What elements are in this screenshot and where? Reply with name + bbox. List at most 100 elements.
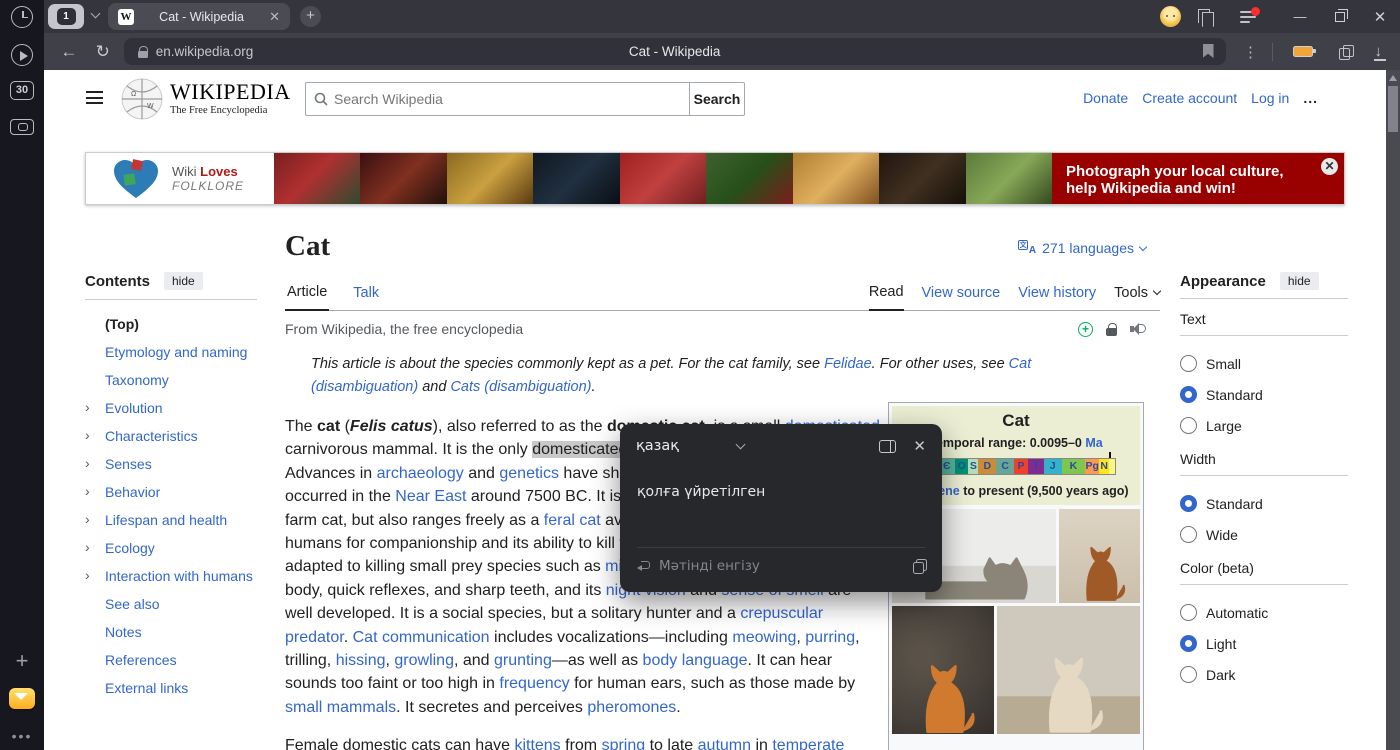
tab-talk[interactable]: Talk: [351, 285, 381, 310]
scrollbar-thumb[interactable]: [1388, 86, 1398, 132]
toc-item[interactable]: ›Lifespan and health: [85, 506, 257, 534]
radio-button[interactable]: [1180, 417, 1197, 434]
appearance-option-dark[interactable]: Dark: [1180, 659, 1348, 690]
yandex-mail-icon[interactable]: [9, 688, 35, 709]
create-account-link[interactable]: Create account: [1142, 90, 1237, 106]
appearance-option-small[interactable]: Small: [1180, 348, 1348, 379]
tools-menu[interactable]: Tools: [1114, 285, 1160, 310]
copy-pages-icon[interactable]: [1339, 45, 1353, 59]
wikipedia-wordmark[interactable]: WIKIPEDIA The Free Encyclopedia: [170, 79, 291, 116]
tab-article[interactable]: Article: [285, 284, 329, 311]
view-source[interactable]: View source: [922, 285, 1001, 310]
toc-expand-chevron-icon[interactable]: ›: [85, 511, 90, 527]
coordinates-plus-icon[interactable]: +: [1078, 322, 1093, 337]
banner-close-icon[interactable]: ✕: [1321, 158, 1338, 175]
radio-button[interactable]: [1180, 635, 1197, 652]
toc-item[interactable]: Notes: [85, 618, 257, 646]
radio-button[interactable]: [1180, 355, 1197, 372]
view-read[interactable]: Read: [869, 284, 904, 311]
wiki-link[interactable]: spring: [602, 737, 646, 750]
wiki-link[interactable]: Cat communication: [353, 629, 490, 646]
appearance-option-automatic[interactable]: Automatic: [1180, 597, 1348, 628]
download-icon[interactable]: ↓: [1375, 43, 1383, 60]
wiki-link[interactable]: genetics: [499, 465, 559, 482]
toc-item[interactable]: ›Interaction with humans: [85, 562, 257, 590]
history-clock-icon[interactable]: [11, 6, 33, 28]
battery-saver-icon[interactable]: [1293, 46, 1313, 57]
radio-button[interactable]: [1180, 604, 1197, 621]
listen-audio-icon[interactable]: [1130, 322, 1146, 336]
toc-item[interactable]: External links: [85, 674, 257, 702]
toc-item[interactable]: ›Behavior: [85, 478, 257, 506]
cat-photo-orange-white-cat-sitting[interactable]: [892, 606, 994, 734]
view-history[interactable]: View history: [1018, 285, 1096, 310]
radio-button[interactable]: [1180, 666, 1197, 683]
appearance-option-standard[interactable]: Standard: [1180, 379, 1348, 410]
tab-group-chevron-icon[interactable]: [91, 9, 101, 19]
scroll-up-arrow[interactable]: [1389, 75, 1397, 81]
page-scrollbar[interactable]: [1386, 70, 1400, 750]
radio-button[interactable]: [1180, 386, 1197, 403]
wiki-link[interactable]: kittens: [514, 737, 560, 750]
wiki-loves-folklore-banner[interactable]: Wiki Loves FOLKLORE Photograph your loca…: [85, 152, 1345, 205]
new-tab-button[interactable]: +: [300, 6, 321, 27]
restore-button[interactable]: [1320, 0, 1360, 33]
search-button[interactable]: Search: [689, 82, 745, 116]
wiki-link[interactable]: hissing: [336, 652, 386, 669]
page-protection-lock-icon[interactable]: [1106, 323, 1117, 336]
toc-expand-chevron-icon[interactable]: ›: [85, 399, 90, 415]
player-icon[interactable]: [11, 44, 33, 66]
radio-button[interactable]: [1180, 526, 1197, 543]
appearance-option-wide[interactable]: Wide: [1180, 519, 1348, 550]
wiki-link[interactable]: autumn: [698, 737, 751, 750]
cat-photo-cream-siamese-cat-sitting[interactable]: [997, 606, 1140, 734]
popup-language-selector[interactable]: қазақ: [636, 438, 679, 454]
more-dots-icon[interactable]: •••: [12, 728, 33, 744]
wiki-link[interactable]: pheromones: [587, 699, 676, 716]
wiki-link[interactable]: growling: [394, 652, 454, 669]
toc-item[interactable]: References: [85, 646, 257, 674]
languages-button[interactable]: 文A 271 languages: [1018, 240, 1146, 256]
popup-text-input[interactable]: Мәтінді енгізу: [659, 558, 904, 574]
bookmarks-icon[interactable]: [1198, 9, 1212, 24]
tab-group-chip[interactable]: 1: [48, 4, 84, 29]
screenshot-icon[interactable]: [10, 119, 34, 135]
add-panel-icon[interactable]: +: [16, 652, 29, 670]
wikipedia-globe-logo[interactable]: ΩW: [120, 76, 164, 127]
address-bar[interactable]: en.wikipedia.org Cat - Wikipedia: [124, 38, 1226, 65]
header-more-icon[interactable]: ...: [1303, 90, 1318, 106]
radio-button[interactable]: [1180, 495, 1197, 512]
wiki-link[interactable]: small mammals: [285, 699, 396, 716]
wiki-link[interactable]: meowing: [732, 629, 796, 646]
search-box[interactable]: [305, 82, 689, 116]
tab-close-icon[interactable]: ✕: [269, 9, 280, 25]
close-button[interactable]: ✕: [1360, 0, 1400, 33]
donate-link[interactable]: Donate: [1083, 90, 1128, 106]
cat-photo-ruddy-cat-sitting[interactable]: [1059, 509, 1140, 603]
language-dropdown-chevron[interactable]: [736, 440, 746, 450]
bookmark-flag-icon[interactable]: [1203, 44, 1214, 58]
contents-hide-button[interactable]: hide: [164, 272, 203, 290]
hamburger-icon[interactable]: [86, 91, 103, 104]
toc-item[interactable]: ›Characteristics: [85, 422, 257, 450]
active-tab[interactable]: W Cat - Wikipedia ✕: [108, 3, 290, 30]
toc-item[interactable]: See also: [85, 590, 257, 618]
toc-expand-chevron-icon[interactable]: ›: [85, 455, 90, 471]
toc-item[interactable]: ›Ecology: [85, 534, 257, 562]
wiki-link[interactable]: Near East: [395, 488, 466, 505]
toc-item[interactable]: Taxonomy: [85, 366, 257, 394]
wiki-link[interactable]: Cats (disambiguation): [450, 379, 591, 395]
wiki-link[interactable]: feral cat: [544, 512, 601, 529]
toc-item[interactable]: (Top): [85, 310, 257, 338]
back-icon[interactable]: ←: [52, 42, 86, 62]
calendar-30-icon[interactable]: 30: [10, 81, 34, 100]
login-link[interactable]: Log in: [1251, 90, 1289, 106]
wiki-link[interactable]: frequency: [499, 675, 569, 692]
reload-icon[interactable]: ↻: [86, 42, 120, 62]
wiki-link[interactable]: grunting: [494, 652, 552, 669]
wiki-link[interactable]: archaeology: [377, 465, 464, 482]
toc-expand-chevron-icon[interactable]: ›: [85, 567, 90, 583]
kebab-menu-icon[interactable]: ⋮: [1238, 43, 1264, 61]
wiki-link[interactable]: Felidae: [824, 356, 872, 372]
toc-item[interactable]: ›Evolution: [85, 394, 257, 422]
